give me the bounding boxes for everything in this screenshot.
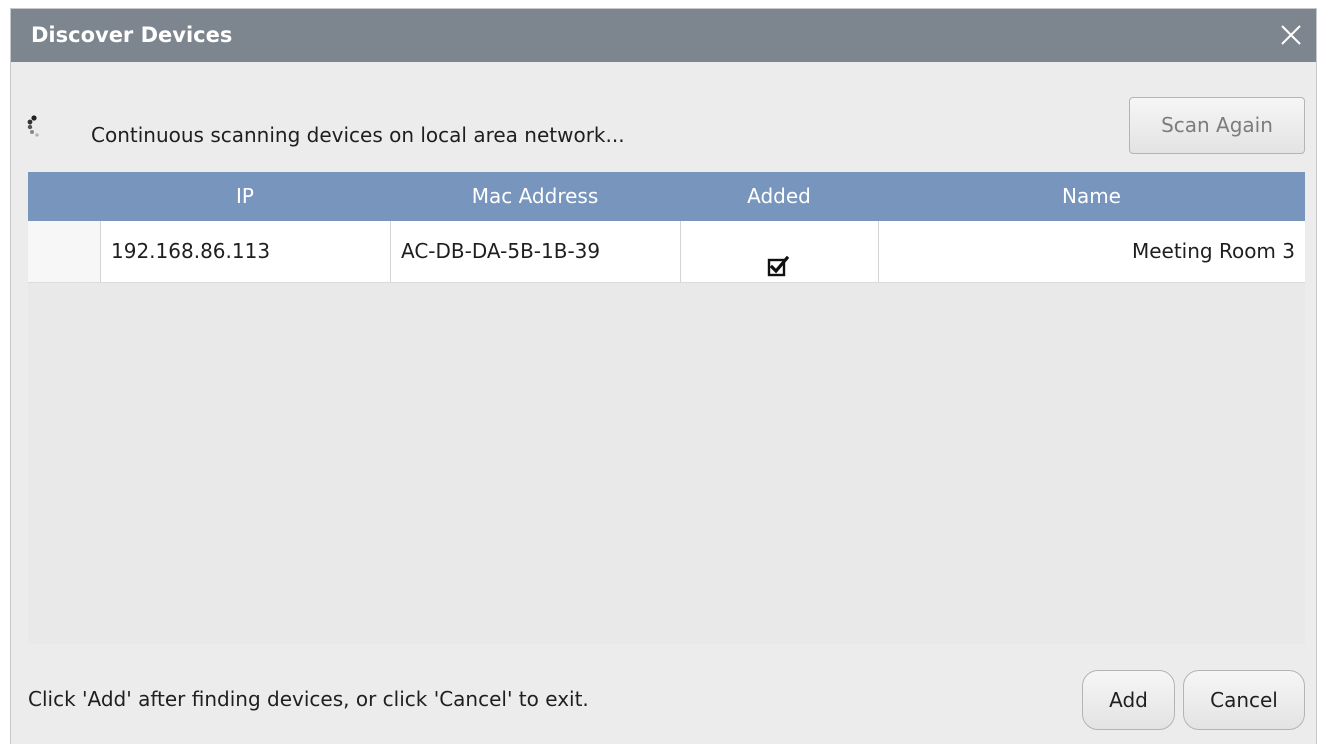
dialog-title: Discover Devices (31, 23, 233, 47)
loading-spinner-icon (25, 115, 49, 139)
close-icon (1281, 25, 1301, 45)
close-button[interactable] (1276, 20, 1306, 50)
table-header: IP Mac Address Added Name (28, 172, 1305, 221)
title-bar: Discover Devices (11, 9, 1316, 62)
scan-status-text: Continuous scanning devices on local are… (91, 123, 625, 147)
devices-table: IP Mac Address Added Name 192.168.86.113… (28, 172, 1305, 644)
add-button[interactable]: Add (1082, 670, 1175, 730)
cell-added (681, 221, 879, 282)
discover-devices-dialog: Discover Devices Continuous scanning dev… (10, 8, 1317, 744)
cell-name: Meeting Room 3 (1131, 239, 1295, 263)
column-header-added[interactable]: Added (680, 172, 878, 221)
table-row[interactable]: 192.168.86.113 AC-DB-DA-5B-1B-39 Meeting… (28, 221, 1305, 283)
footer-hint-text: Click 'Add' after finding devices, or cl… (28, 687, 589, 711)
column-header-mac-address[interactable]: Mac Address (390, 172, 680, 221)
checked-checkbox-icon (767, 255, 790, 277)
cancel-button[interactable]: Cancel (1183, 670, 1305, 730)
column-header-name[interactable]: Name (878, 172, 1305, 221)
cell-mac-address: AC-DB-DA-5B-1B-39 (391, 221, 681, 282)
added-checkbox[interactable] (767, 241, 790, 277)
cell-ip: 192.168.86.113 (101, 221, 391, 282)
column-header-ip[interactable]: IP (100, 172, 390, 221)
row-selector-cell[interactable] (28, 221, 101, 282)
scan-again-button[interactable]: Scan Again (1129, 97, 1305, 154)
